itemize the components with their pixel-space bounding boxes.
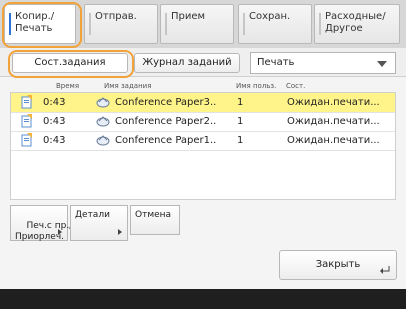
job-type-select-value: Печать (257, 57, 295, 68)
tab-consumables-other[interactable]: Расходные/ Другое (314, 4, 400, 44)
row-time: 0:43 (43, 135, 66, 146)
status-bar (0, 289, 406, 309)
header-status: Сост. (286, 82, 306, 90)
print-document-icon (21, 114, 32, 128)
row-job-name: Conference Paper1.. (115, 135, 217, 146)
enter-arrow-icon (380, 266, 390, 274)
tab-label: Прием (171, 11, 206, 22)
priority-print-button[interactable]: Печ.с пр./ Приорлеч. (10, 205, 72, 242)
details-label: Детали (75, 210, 110, 220)
highlight-ring (2, 2, 82, 48)
row-status: Ожидан.печати... (287, 135, 380, 146)
job-status-panel: Копир./ Печать Отправ. Прием Сохран. Рас… (0, 0, 406, 309)
print-job-icon (96, 97, 110, 108)
tab-accent-bar (319, 13, 321, 35)
table-row[interactable]: 0:43 Conference Paper3.. 1 Ожидан.печати… (11, 93, 395, 113)
row-status: Ожидан.печати... (287, 116, 380, 127)
print-job-icon (96, 135, 110, 146)
row-status: Ожидан.печати... (287, 97, 380, 108)
job-log-button[interactable]: Журнал заданий (134, 53, 240, 73)
row-time: 0:43 (43, 116, 66, 127)
header-job-name: Имя задания (104, 82, 152, 90)
tab-label: Отправ. (95, 11, 137, 22)
highlight-ring (8, 50, 134, 78)
table-row[interactable]: 0:43 Conference Paper1.. 1 Ожидан.печати… (11, 131, 395, 151)
tab-accent-bar (243, 13, 245, 35)
tab-receive[interactable]: Прием (160, 4, 234, 44)
priority-print-label: Печ.с пр./ Приорлеч. (15, 221, 73, 242)
print-job-icon (96, 116, 110, 127)
print-document-icon (21, 133, 32, 147)
tab-send[interactable]: Отправ. (84, 4, 158, 44)
tab-accent-bar (89, 13, 91, 35)
header-time: Время (56, 82, 80, 90)
table-row[interactable]: 0:43 Conference Paper2.. 1 Ожидан.печати… (11, 112, 395, 132)
row-user: 1 (237, 97, 244, 108)
chevron-right-icon (118, 229, 122, 235)
job-table: 0:43 Conference Paper3.. 1 Ожидан.печати… (10, 92, 396, 200)
close-button[interactable]: Закрыть (279, 250, 397, 280)
chevron-down-icon (377, 61, 387, 67)
chevron-right-icon (58, 229, 62, 235)
row-job-name: Conference Paper3.. (115, 97, 217, 108)
tab-label: Сохран. (249, 11, 291, 22)
row-user: 1 (237, 135, 244, 146)
close-label: Закрыть (315, 259, 361, 270)
row-time: 0:43 (43, 97, 66, 108)
header-user: Имя польз. (236, 82, 277, 90)
function-tabs: Копир./ Печать Отправ. Прием Сохран. Рас… (0, 0, 406, 48)
tab-label: Расходные/ Другое (325, 11, 386, 34)
print-document-icon (21, 95, 32, 109)
cancel-job-button[interactable]: Отмена (130, 205, 180, 235)
row-job-name: Conference Paper2.. (115, 116, 217, 127)
job-type-select[interactable]: Печать (250, 52, 396, 74)
tab-accent-bar (165, 13, 167, 35)
tab-store[interactable]: Сохран. (238, 4, 312, 44)
details-button[interactable]: Детали (70, 205, 128, 241)
row-user: 1 (237, 116, 244, 127)
job-table-header: Время Имя задания Имя польз. Сост. (10, 80, 396, 92)
